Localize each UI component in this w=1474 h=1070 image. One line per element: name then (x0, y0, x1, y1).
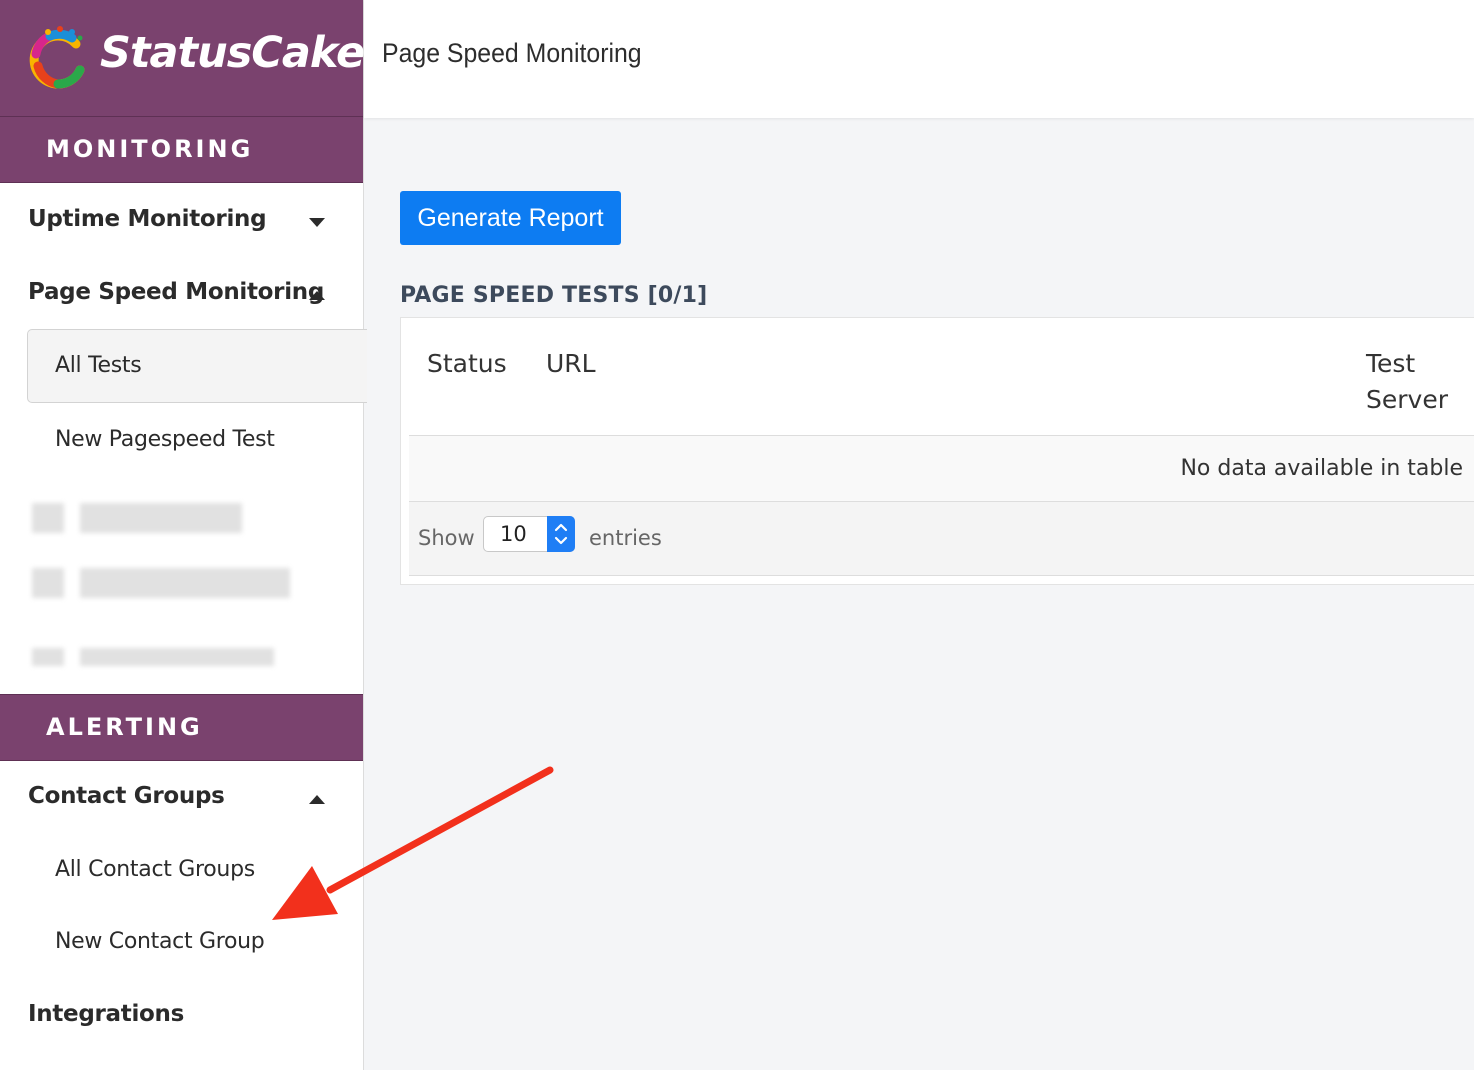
select-stepper-icon[interactable] (547, 516, 575, 552)
page-title: Page Speed Monitoring (382, 38, 642, 68)
tests-heading: PAGE SPEED TESTS [0/1] (400, 283, 708, 308)
nav-integrations[interactable]: Integrations (28, 1001, 184, 1027)
nav-uptime-monitoring[interactable]: Uptime Monitoring (28, 206, 267, 232)
chevron-down-icon[interactable] (309, 218, 325, 227)
column-header-url[interactable]: URL (546, 346, 596, 382)
top-bar: Page Speed Monitoring (364, 0, 1474, 118)
show-label: Show (418, 526, 475, 550)
section-monitoring: MONITORING (0, 116, 363, 183)
table-row: No data available in table (409, 436, 1474, 502)
chevron-up-icon[interactable] (309, 795, 325, 804)
chevron-up-icon[interactable] (309, 291, 325, 300)
entries-label: entries (589, 526, 662, 550)
nav-contact-groups[interactable]: Contact Groups (28, 783, 225, 809)
logo-bar[interactable]: StatusCake (0, 0, 365, 117)
nav-all-tests[interactable]: All Tests (55, 353, 142, 378)
nav-all-contact-groups[interactable]: All Contact Groups (55, 857, 255, 882)
statuscake-logo-icon (29, 26, 85, 89)
sidebar: StatusCake MONITORING Uptime Monitoring … (0, 0, 367, 1070)
nav-new-pagespeed-test[interactable]: New Pagespeed Test (55, 427, 275, 452)
brand-name: StatusCake (100, 28, 365, 78)
section-label: ALERTING (46, 713, 203, 741)
page-speed-tests-table: Status URL Test Server No data available… (400, 317, 1474, 585)
section-label: MONITORING (46, 135, 254, 163)
page-size-select[interactable]: 10 (483, 516, 575, 552)
page-size-value: 10 (500, 522, 527, 546)
column-header-status[interactable]: Status (427, 346, 507, 382)
nav-new-contact-group[interactable]: New Contact Group (55, 929, 265, 954)
table-footer: Show 10 entries (409, 502, 1474, 576)
generate-report-button[interactable]: Generate Report (400, 191, 621, 245)
column-header-test-server[interactable]: Test Server (1366, 346, 1456, 418)
nav-page-speed-monitoring[interactable]: Page Speed Monitoring (28, 279, 324, 305)
empty-table-message: No data available in table (1180, 456, 1463, 481)
section-alerting: ALERTING (0, 694, 363, 761)
